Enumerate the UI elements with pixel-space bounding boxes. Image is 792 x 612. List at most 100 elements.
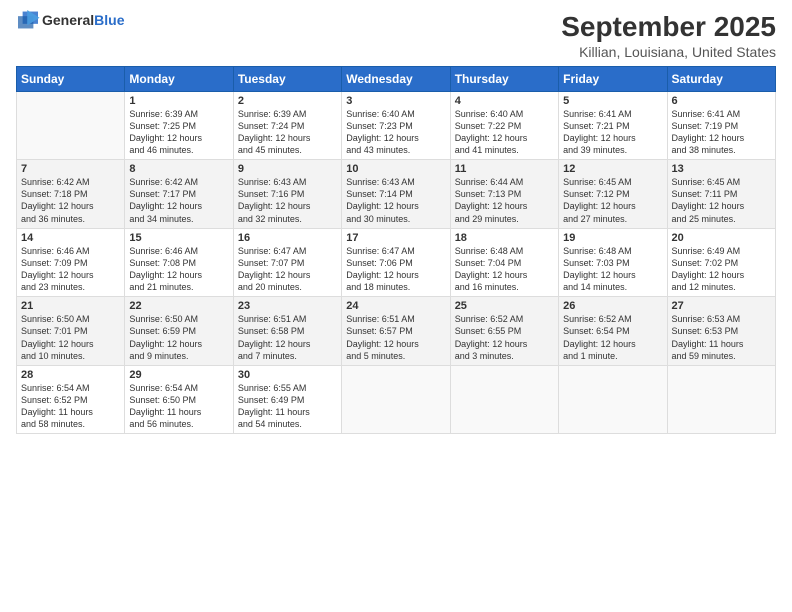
day-number: 9 [238,163,337,175]
calendar-cell: 12Sunrise: 6:45 AM Sunset: 7:12 PM Dayli… [559,160,667,229]
day-info: Sunrise: 6:42 AM Sunset: 7:18 PM Dayligh… [21,176,120,225]
day-info: Sunrise: 6:40 AM Sunset: 7:23 PM Dayligh… [346,108,445,157]
calendar-cell: 13Sunrise: 6:45 AM Sunset: 7:11 PM Dayli… [667,160,775,229]
header: GeneralBlue September 2025 Killian, Loui… [16,10,776,60]
calendar-cell: 1Sunrise: 6:39 AM Sunset: 7:25 PM Daylig… [125,91,233,160]
calendar-cell: 30Sunrise: 6:55 AM Sunset: 6:49 PM Dayli… [233,365,341,434]
calendar-cell: 25Sunrise: 6:52 AM Sunset: 6:55 PM Dayli… [450,297,558,366]
calendar-weekday: Tuesday [233,66,341,91]
calendar-cell: 6Sunrise: 6:41 AM Sunset: 7:19 PM Daylig… [667,91,775,160]
calendar-week-row: 1Sunrise: 6:39 AM Sunset: 7:25 PM Daylig… [17,91,776,160]
calendar-cell [342,365,450,434]
logo-text: GeneralBlue [42,12,124,28]
calendar: SundayMondayTuesdayWednesdayThursdayFrid… [16,66,776,435]
day-number: 8 [129,163,228,175]
day-number: 3 [346,95,445,107]
calendar-cell: 8Sunrise: 6:42 AM Sunset: 7:17 PM Daylig… [125,160,233,229]
calendar-cell: 3Sunrise: 6:40 AM Sunset: 7:23 PM Daylig… [342,91,450,160]
day-info: Sunrise: 6:39 AM Sunset: 7:25 PM Dayligh… [129,108,228,157]
day-number: 19 [563,232,662,244]
day-info: Sunrise: 6:54 AM Sunset: 6:52 PM Dayligh… [21,382,120,431]
day-info: Sunrise: 6:45 AM Sunset: 7:11 PM Dayligh… [672,176,771,225]
calendar-cell: 17Sunrise: 6:47 AM Sunset: 7:06 PM Dayli… [342,228,450,297]
day-number: 6 [672,95,771,107]
day-info: Sunrise: 6:49 AM Sunset: 7:02 PM Dayligh… [672,245,771,294]
day-number: 30 [238,369,337,381]
day-number: 26 [563,300,662,312]
day-info: Sunrise: 6:52 AM Sunset: 6:54 PM Dayligh… [563,313,662,362]
calendar-cell: 10Sunrise: 6:43 AM Sunset: 7:14 PM Dayli… [342,160,450,229]
page-subtitle: Killian, Louisiana, United States [561,44,776,60]
day-info: Sunrise: 6:47 AM Sunset: 7:06 PM Dayligh… [346,245,445,294]
calendar-cell: 21Sunrise: 6:50 AM Sunset: 7:01 PM Dayli… [17,297,125,366]
day-info: Sunrise: 6:42 AM Sunset: 7:17 PM Dayligh… [129,176,228,225]
day-info: Sunrise: 6:51 AM Sunset: 6:57 PM Dayligh… [346,313,445,362]
calendar-weekday: Saturday [667,66,775,91]
day-info: Sunrise: 6:55 AM Sunset: 6:49 PM Dayligh… [238,382,337,431]
day-number: 10 [346,163,445,175]
calendar-cell: 16Sunrise: 6:47 AM Sunset: 7:07 PM Dayli… [233,228,341,297]
calendar-cell: 4Sunrise: 6:40 AM Sunset: 7:22 PM Daylig… [450,91,558,160]
day-number: 25 [455,300,554,312]
day-number: 23 [238,300,337,312]
calendar-cell: 19Sunrise: 6:48 AM Sunset: 7:03 PM Dayli… [559,228,667,297]
day-info: Sunrise: 6:52 AM Sunset: 6:55 PM Dayligh… [455,313,554,362]
page-title: September 2025 [561,10,776,44]
day-number: 11 [455,163,554,175]
day-number: 12 [563,163,662,175]
day-info: Sunrise: 6:44 AM Sunset: 7:13 PM Dayligh… [455,176,554,225]
calendar-cell: 26Sunrise: 6:52 AM Sunset: 6:54 PM Dayli… [559,297,667,366]
day-number: 13 [672,163,771,175]
day-info: Sunrise: 6:43 AM Sunset: 7:14 PM Dayligh… [346,176,445,225]
day-info: Sunrise: 6:50 AM Sunset: 6:59 PM Dayligh… [129,313,228,362]
logo-icon [16,10,40,30]
calendar-week-row: 7Sunrise: 6:42 AM Sunset: 7:18 PM Daylig… [17,160,776,229]
day-info: Sunrise: 6:46 AM Sunset: 7:09 PM Dayligh… [21,245,120,294]
calendar-cell: 18Sunrise: 6:48 AM Sunset: 7:04 PM Dayli… [450,228,558,297]
day-number: 14 [21,232,120,244]
day-info: Sunrise: 6:47 AM Sunset: 7:07 PM Dayligh… [238,245,337,294]
calendar-weekday: Monday [125,66,233,91]
calendar-cell: 29Sunrise: 6:54 AM Sunset: 6:50 PM Dayli… [125,365,233,434]
calendar-cell: 28Sunrise: 6:54 AM Sunset: 6:52 PM Dayli… [17,365,125,434]
day-info: Sunrise: 6:48 AM Sunset: 7:03 PM Dayligh… [563,245,662,294]
day-number: 7 [21,163,120,175]
day-info: Sunrise: 6:40 AM Sunset: 7:22 PM Dayligh… [455,108,554,157]
calendar-cell: 2Sunrise: 6:39 AM Sunset: 7:24 PM Daylig… [233,91,341,160]
calendar-cell: 15Sunrise: 6:46 AM Sunset: 7:08 PM Dayli… [125,228,233,297]
day-number: 22 [129,300,228,312]
day-number: 28 [21,369,120,381]
day-number: 5 [563,95,662,107]
calendar-weekday: Friday [559,66,667,91]
day-number: 29 [129,369,228,381]
day-number: 4 [455,95,554,107]
calendar-cell: 22Sunrise: 6:50 AM Sunset: 6:59 PM Dayli… [125,297,233,366]
day-info: Sunrise: 6:50 AM Sunset: 7:01 PM Dayligh… [21,313,120,362]
page: GeneralBlue September 2025 Killian, Loui… [0,0,792,612]
day-info: Sunrise: 6:41 AM Sunset: 7:19 PM Dayligh… [672,108,771,157]
day-info: Sunrise: 6:43 AM Sunset: 7:16 PM Dayligh… [238,176,337,225]
day-number: 20 [672,232,771,244]
calendar-weekday: Thursday [450,66,558,91]
calendar-cell [17,91,125,160]
calendar-weekday: Sunday [17,66,125,91]
day-info: Sunrise: 6:51 AM Sunset: 6:58 PM Dayligh… [238,313,337,362]
logo: GeneralBlue [16,10,124,30]
calendar-cell: 5Sunrise: 6:41 AM Sunset: 7:21 PM Daylig… [559,91,667,160]
calendar-week-row: 21Sunrise: 6:50 AM Sunset: 7:01 PM Dayli… [17,297,776,366]
calendar-week-row: 28Sunrise: 6:54 AM Sunset: 6:52 PM Dayli… [17,365,776,434]
day-number: 21 [21,300,120,312]
calendar-cell [667,365,775,434]
calendar-cell [559,365,667,434]
day-number: 24 [346,300,445,312]
day-info: Sunrise: 6:53 AM Sunset: 6:53 PM Dayligh… [672,313,771,362]
day-info: Sunrise: 6:48 AM Sunset: 7:04 PM Dayligh… [455,245,554,294]
day-info: Sunrise: 6:45 AM Sunset: 7:12 PM Dayligh… [563,176,662,225]
calendar-week-row: 14Sunrise: 6:46 AM Sunset: 7:09 PM Dayli… [17,228,776,297]
title-block: September 2025 Killian, Louisiana, Unite… [561,10,776,60]
calendar-cell: 27Sunrise: 6:53 AM Sunset: 6:53 PM Dayli… [667,297,775,366]
day-info: Sunrise: 6:54 AM Sunset: 6:50 PM Dayligh… [129,382,228,431]
day-number: 2 [238,95,337,107]
calendar-cell: 9Sunrise: 6:43 AM Sunset: 7:16 PM Daylig… [233,160,341,229]
calendar-cell: 7Sunrise: 6:42 AM Sunset: 7:18 PM Daylig… [17,160,125,229]
